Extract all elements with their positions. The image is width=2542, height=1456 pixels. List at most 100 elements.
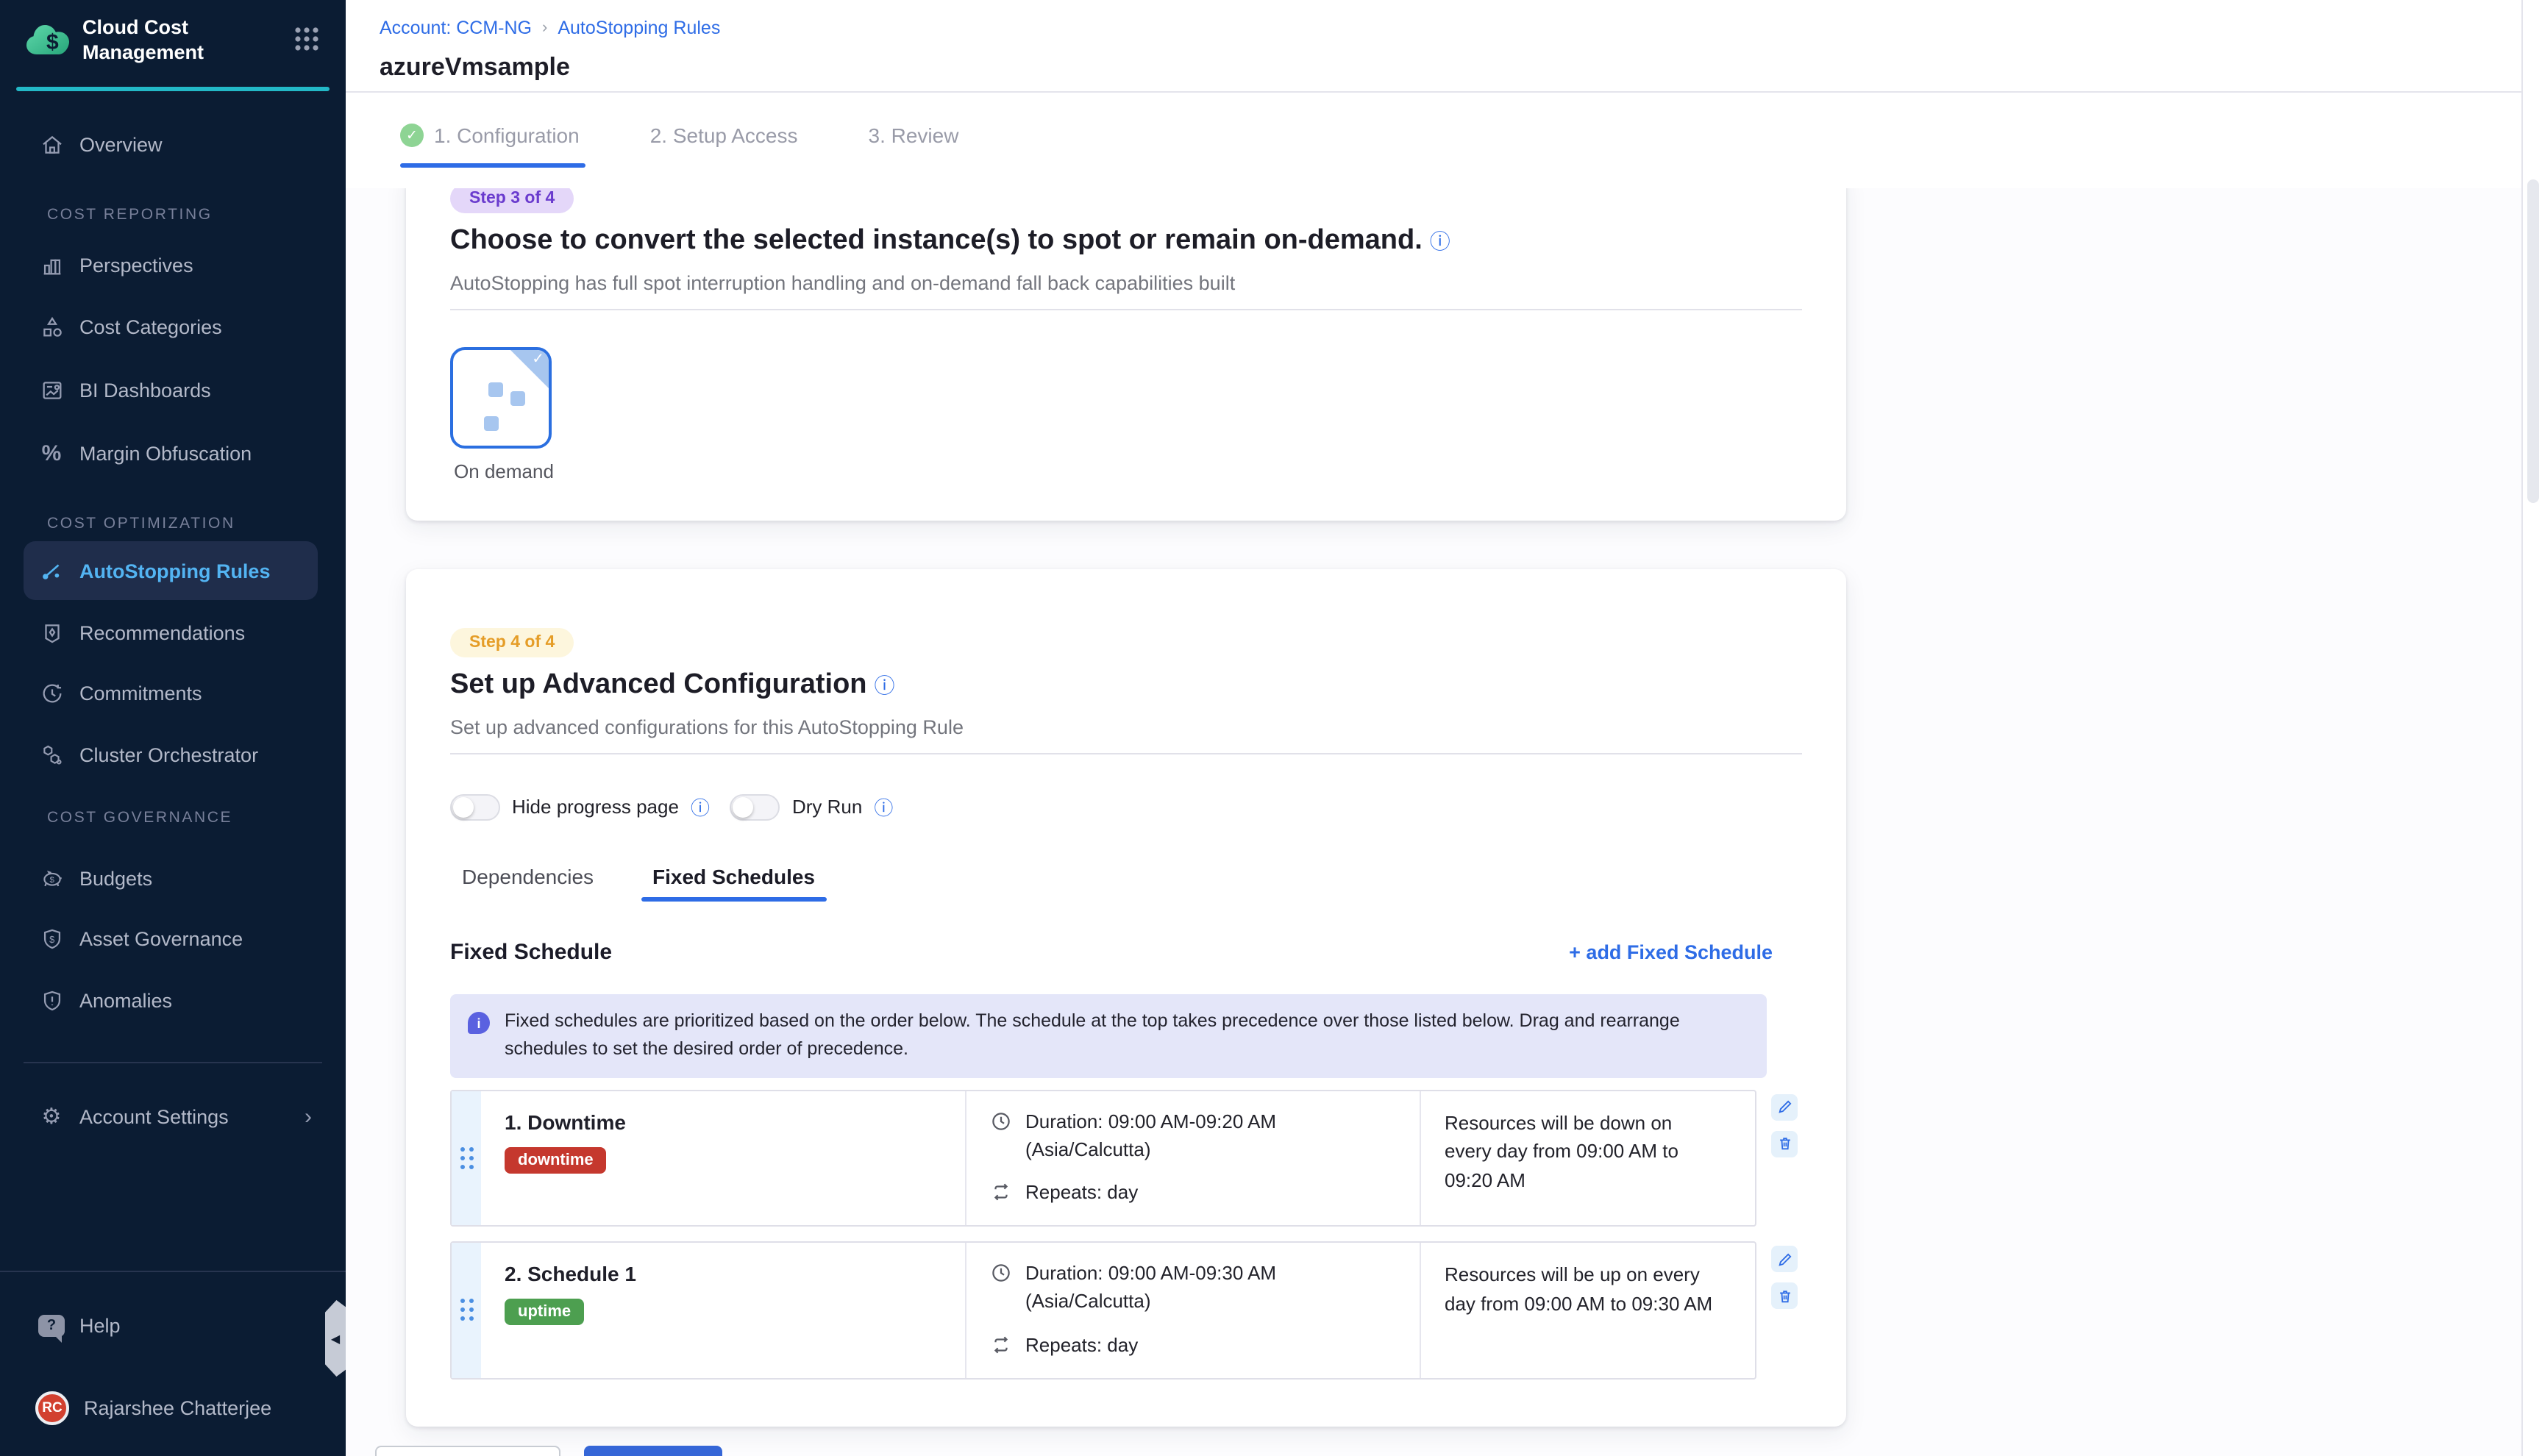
shield-alert-icon — [38, 987, 65, 1013]
repeat-icon — [990, 1334, 1014, 1360]
step-badge: Step 3 of 4 — [450, 188, 574, 213]
sidebar-accent-divider — [16, 87, 330, 91]
banner-text: Fixed schedules are prioritized based on… — [505, 1007, 1746, 1065]
sidebar-item-help[interactable]: ? Help — [38, 1307, 121, 1343]
schedule-summary: Resources will be down on every day from… — [1445, 1109, 1717, 1195]
advanced-configuration-card: Step 4 of 4 Set up Advanced Configuratio… — [406, 569, 1846, 1427]
squares-glyph — [510, 391, 525, 406]
section-title: Fixed Schedule — [450, 940, 612, 965]
sidebar-item-anomalies[interactable]: Anomalies — [38, 982, 172, 1018]
card-heading: Choose to convert the selected instance(… — [450, 225, 1802, 257]
tab-label: 3. Review — [869, 124, 959, 147]
tab-dependencies[interactable]: Dependencies — [450, 865, 605, 902]
schedule-duration: Duration: 09:00 AM-09:20 AM(Asia/Calcutt… — [1025, 1109, 1276, 1164]
squares-glyph — [484, 416, 499, 431]
piggy-bank-icon: $ — [38, 865, 65, 891]
squares-glyph — [488, 382, 503, 397]
breadcrumb-page-link[interactable]: AutoStopping Rules — [558, 18, 720, 38]
schedule-time-cell: Duration: 09:00 AM-09:20 AM(Asia/Calcutt… — [965, 1091, 1420, 1226]
sidebar-divider — [24, 1062, 322, 1063]
schedule-summary: Resources will be up on every day from 0… — [1445, 1261, 1717, 1318]
dry-run-toggle-group: Dry Run ⓘ — [730, 793, 893, 821]
next-button[interactable]: ❯ Next — [583, 1446, 722, 1456]
dry-run-toggle[interactable] — [730, 793, 780, 820]
info-icon[interactable]: ⓘ — [1430, 229, 1450, 253]
breadcrumb-separator-icon: › — [542, 19, 547, 37]
delete-schedule-button[interactable] — [1771, 1131, 1798, 1157]
user-menu[interactable]: RC Rajarshee Chatterjee — [35, 1390, 271, 1425]
delete-schedule-button[interactable] — [1771, 1283, 1798, 1310]
schedule-row: 2. Schedule 1 uptime Duration: 09:00 AM-… — [450, 1242, 1802, 1380]
check-icon: ✓ — [532, 351, 544, 368]
sidebar-item-commitments[interactable]: Commitments — [38, 675, 202, 710]
sidebar-item-label: Account Settings — [79, 1105, 229, 1127]
check-circle-icon: ✓ — [400, 124, 424, 147]
schedule-actions — [1771, 1090, 1798, 1227]
add-fixed-schedule-button[interactable]: + add Fixed Schedule — [1569, 941, 1773, 963]
drag-handle[interactable] — [452, 1091, 481, 1226]
info-icon[interactable]: ⓘ — [691, 793, 710, 821]
previous-button[interactable]: ❮ Previous — [375, 1446, 560, 1456]
sidebar-item-recommendations[interactable]: Recommendations — [38, 615, 245, 650]
info-icon[interactable]: ⓘ — [875, 674, 895, 697]
cloud-cost-logo-icon: $ — [24, 18, 76, 62]
step-badge: Step 4 of 4 — [450, 628, 574, 657]
module-grid-icon[interactable] — [294, 26, 319, 51]
toggle-label: Dry Run — [792, 796, 862, 818]
breadcrumb: Account: CCM-NG › AutoStopping Rules — [380, 18, 720, 38]
toggles-row: Hide progress page ⓘ Dry Run ⓘ — [450, 793, 1802, 821]
schedule-row-body: 2. Schedule 1 uptime Duration: 09:00 AM-… — [450, 1242, 1756, 1380]
schedule-summary-cell: Resources will be down on every day from… — [1420, 1091, 1755, 1226]
sidebar-item-margin-obfuscation[interactable]: % Margin Obfuscation — [38, 435, 252, 471]
hide-progress-toggle[interactable] — [450, 793, 500, 820]
sidebar-header: $ Cloud Cost Management — [0, 0, 346, 90]
fixed-schedule-header-row: Fixed Schedule + add Fixed Schedule — [450, 940, 1802, 965]
edit-schedule-button[interactable] — [1771, 1246, 1798, 1273]
drag-dots-icon — [460, 1299, 465, 1303]
app-title: Cloud Cost Management — [82, 16, 244, 66]
gear-icon: ⚙ — [38, 1103, 65, 1130]
sidebar-item-asset-governance[interactable]: $ Asset Governance — [38, 921, 243, 956]
sidebar-item-cluster-orchestrator[interactable]: Cluster Orchestrator — [38, 737, 258, 772]
sidebar-item-autostopping-rules[interactable]: AutoStopping Rules — [38, 553, 270, 588]
user-name: Rajarshee Chatterjee — [84, 1396, 271, 1418]
tab-fixed-schedules[interactable]: Fixed Schedules — [641, 865, 827, 902]
tab-configuration[interactable]: ✓ 1. Configuration — [400, 124, 580, 168]
tab-label: 1. Configuration — [434, 124, 580, 147]
toggle-knob — [733, 796, 754, 817]
sidebar-item-label: Margin Obfuscation — [79, 442, 252, 464]
app-root: $ Cloud Cost Management Overview COST RE… — [0, 0, 2542, 1456]
tab-setup-access[interactable]: 2. Setup Access — [650, 124, 798, 168]
chevron-right-icon: › — [305, 1104, 312, 1129]
divider — [450, 309, 1802, 310]
sidebar-item-cost-categories[interactable]: Cost Categories — [38, 309, 222, 344]
scrollbar-track — [2521, 0, 2542, 1456]
tab-review[interactable]: 3. Review — [869, 124, 959, 168]
schedule-summary-cell: Resources will be up on every day from 0… — [1420, 1243, 1755, 1378]
sidebar-item-budgets[interactable]: $ Budgets — [38, 860, 152, 896]
sidebar-item-account-settings[interactable]: ⚙ Account Settings › — [38, 1099, 312, 1134]
card-subheading: Set up advanced configurations for this … — [450, 716, 1802, 738]
percent-icon: % — [38, 440, 65, 466]
priority-info-banner: i Fixed schedules are prioritized based … — [450, 994, 1767, 1078]
edit-schedule-button[interactable] — [1771, 1094, 1798, 1121]
breadcrumb-account-link[interactable]: Account: CCM-NG — [380, 18, 532, 38]
sidebar-collapse-handle[interactable]: ◀ — [325, 1300, 346, 1377]
tab-label: 2. Setup Access — [650, 124, 798, 147]
sidebar-item-perspectives[interactable]: Perspectives — [38, 247, 193, 282]
schedule-type-badge: uptime — [505, 1299, 584, 1326]
sidebar-item-label: Perspectives — [79, 254, 193, 276]
info-filled-icon: i — [468, 1012, 490, 1034]
shapes-icon — [38, 313, 65, 340]
sidebar-item-label: Cost Categories — [79, 315, 222, 338]
info-icon[interactable]: ⓘ — [874, 793, 893, 821]
hide-progress-toggle-group: Hide progress page ⓘ — [450, 793, 710, 821]
sidebar-item-bi-dashboards[interactable]: BI Dashboards — [38, 372, 211, 407]
scrollbar-thumb[interactable] — [2527, 179, 2539, 503]
sidebar-item-label: BI Dashboards — [79, 379, 211, 401]
sidebar-item-overview[interactable]: Overview — [38, 126, 163, 162]
page-header: Account: CCM-NG › AutoStopping Rules azu… — [346, 0, 2521, 93]
drag-handle[interactable] — [452, 1243, 481, 1378]
on-demand-option-card[interactable]: ✓ — [450, 347, 552, 449]
svg-text:$: $ — [46, 30, 59, 54]
